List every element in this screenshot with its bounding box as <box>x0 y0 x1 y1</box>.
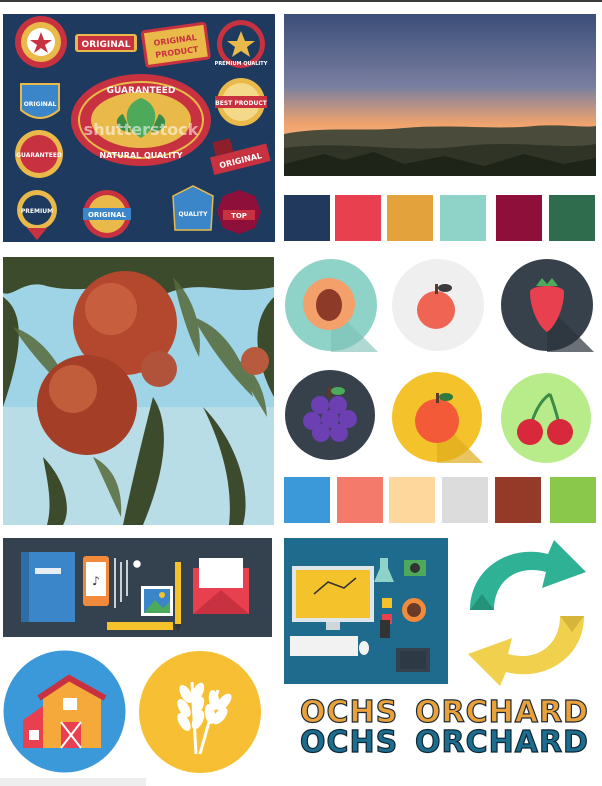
apple-icon <box>391 371 483 463</box>
palette1-swatch-1 <box>284 195 330 241</box>
refresh-arrows-icon <box>456 540 598 686</box>
top-badge: TOP <box>217 190 261 234</box>
peach-fruit-4 <box>241 347 269 375</box>
peach-icon <box>284 258 378 352</box>
smartphone-icon <box>380 620 390 638</box>
palette1-swatch-5 <box>496 195 542 241</box>
svg-text:QUALITY: QUALITY <box>179 211 209 218</box>
svg-text:TOP: TOP <box>231 212 247 220</box>
palette1-swatch-6 <box>549 195 595 241</box>
flask-icon <box>374 558 394 582</box>
premium-badge: PREMIUM <box>17 190 57 240</box>
badge-guaranteed-1: GUARANTEED <box>107 86 176 96</box>
palette2-swatch-3 <box>389 477 435 523</box>
svg-text:♪: ♪ <box>92 574 100 588</box>
svg-text:BEST PRODUCT: BEST PRODUCT <box>215 100 268 107</box>
stationery-illustration: ♪ <box>3 538 272 637</box>
logo-line1-word2: ORCHARD <box>414 695 589 730</box>
best-product-badge: BEST PRODUCT <box>215 78 268 126</box>
peach-fruit-3 <box>141 351 177 387</box>
monitor-icon <box>292 566 374 630</box>
shield-badge: ORIGINAL <box>20 83 60 119</box>
original-ribbon-right: ORIGINAL <box>209 138 271 175</box>
ruler-icon <box>107 622 173 630</box>
wheat-icon <box>138 650 262 774</box>
palette1-swatch-3 <box>387 195 433 241</box>
apple-icon <box>391 258 485 352</box>
badge-natural-quality: NATURAL QUALITY <box>99 151 182 160</box>
earphones-icon <box>114 558 141 608</box>
mouse-icon <box>359 641 369 655</box>
peaches-svg <box>3 257 274 525</box>
guaranteed-natural-quality-badge: GUARANTEED NATURAL QUALITY shutterstock <box>71 74 211 166</box>
strawberry-icon <box>500 258 594 352</box>
grapes-icon <box>284 369 376 461</box>
palette2-swatch-2 <box>337 477 383 523</box>
book-icon <box>21 552 75 622</box>
logo-line2-word1: OCHS <box>299 725 399 760</box>
logo-line2-word2: ORCHARD <box>414 725 589 760</box>
bottom-strip <box>0 778 146 786</box>
logo-line1-word1: OCHS <box>299 695 399 730</box>
camera-icon <box>404 560 426 576</box>
sunset-landscape-photo <box>284 14 596 176</box>
cherries-icon <box>500 372 592 464</box>
tablet-icon <box>396 648 430 672</box>
watermark-text: shutterstock <box>84 120 199 139</box>
workspace-illustration <box>284 538 448 684</box>
svg-text:PREMIUM: PREMIUM <box>21 208 53 215</box>
badges-svg: ORIGINAL ORIGINAL PRODUCT PREMIUM QUALIT… <box>15 16 271 240</box>
palette2-swatch-6 <box>550 477 596 523</box>
sunset-svg <box>284 14 596 176</box>
premium-quality-star-badge: PREMIUM QUALITY <box>215 20 268 68</box>
svg-text:ORIGINAL: ORIGINAL <box>24 101 57 108</box>
coffee-cup-icon <box>402 598 426 622</box>
palette2-swatch-4 <box>442 477 488 523</box>
badges-collage: ORIGINAL ORIGINAL PRODUCT PREMIUM QUALIT… <box>3 14 275 242</box>
palette2-swatch-5 <box>495 477 541 523</box>
palette2-swatch-1 <box>284 477 330 523</box>
svg-text:PREMIUM QUALITY: PREMIUM QUALITY <box>215 61 268 67</box>
palette1-swatch-4 <box>440 195 486 241</box>
original-ribbon-badge: ORIGINAL <box>75 34 137 52</box>
star-seal-badge <box>15 16 67 68</box>
barn-icon <box>3 650 126 773</box>
guaranteed-seal-badge: GUARANTEED <box>15 130 63 178</box>
svg-text:ORIGINAL: ORIGINAL <box>88 211 127 219</box>
svg-text:GUARANTEED: GUARANTEED <box>16 152 62 159</box>
top-divider <box>0 0 602 2</box>
original-product-banner: ORIGINAL PRODUCT <box>141 21 211 68</box>
pencil-icon <box>175 562 181 632</box>
palette1-swatch-2 <box>335 195 381 241</box>
original-seal-badge: ORIGINAL <box>83 190 131 238</box>
picture-icon <box>141 586 173 616</box>
peaches-tree-photo <box>3 257 274 525</box>
phone-icon: ♪ <box>83 556 109 606</box>
keyboard-icon <box>290 636 358 656</box>
quality-tag-badge: QUALITY <box>172 185 214 231</box>
peach-fruit-2 <box>37 355 137 455</box>
badge-original-1: ORIGINAL <box>82 40 131 50</box>
envelope-icon <box>193 558 249 614</box>
